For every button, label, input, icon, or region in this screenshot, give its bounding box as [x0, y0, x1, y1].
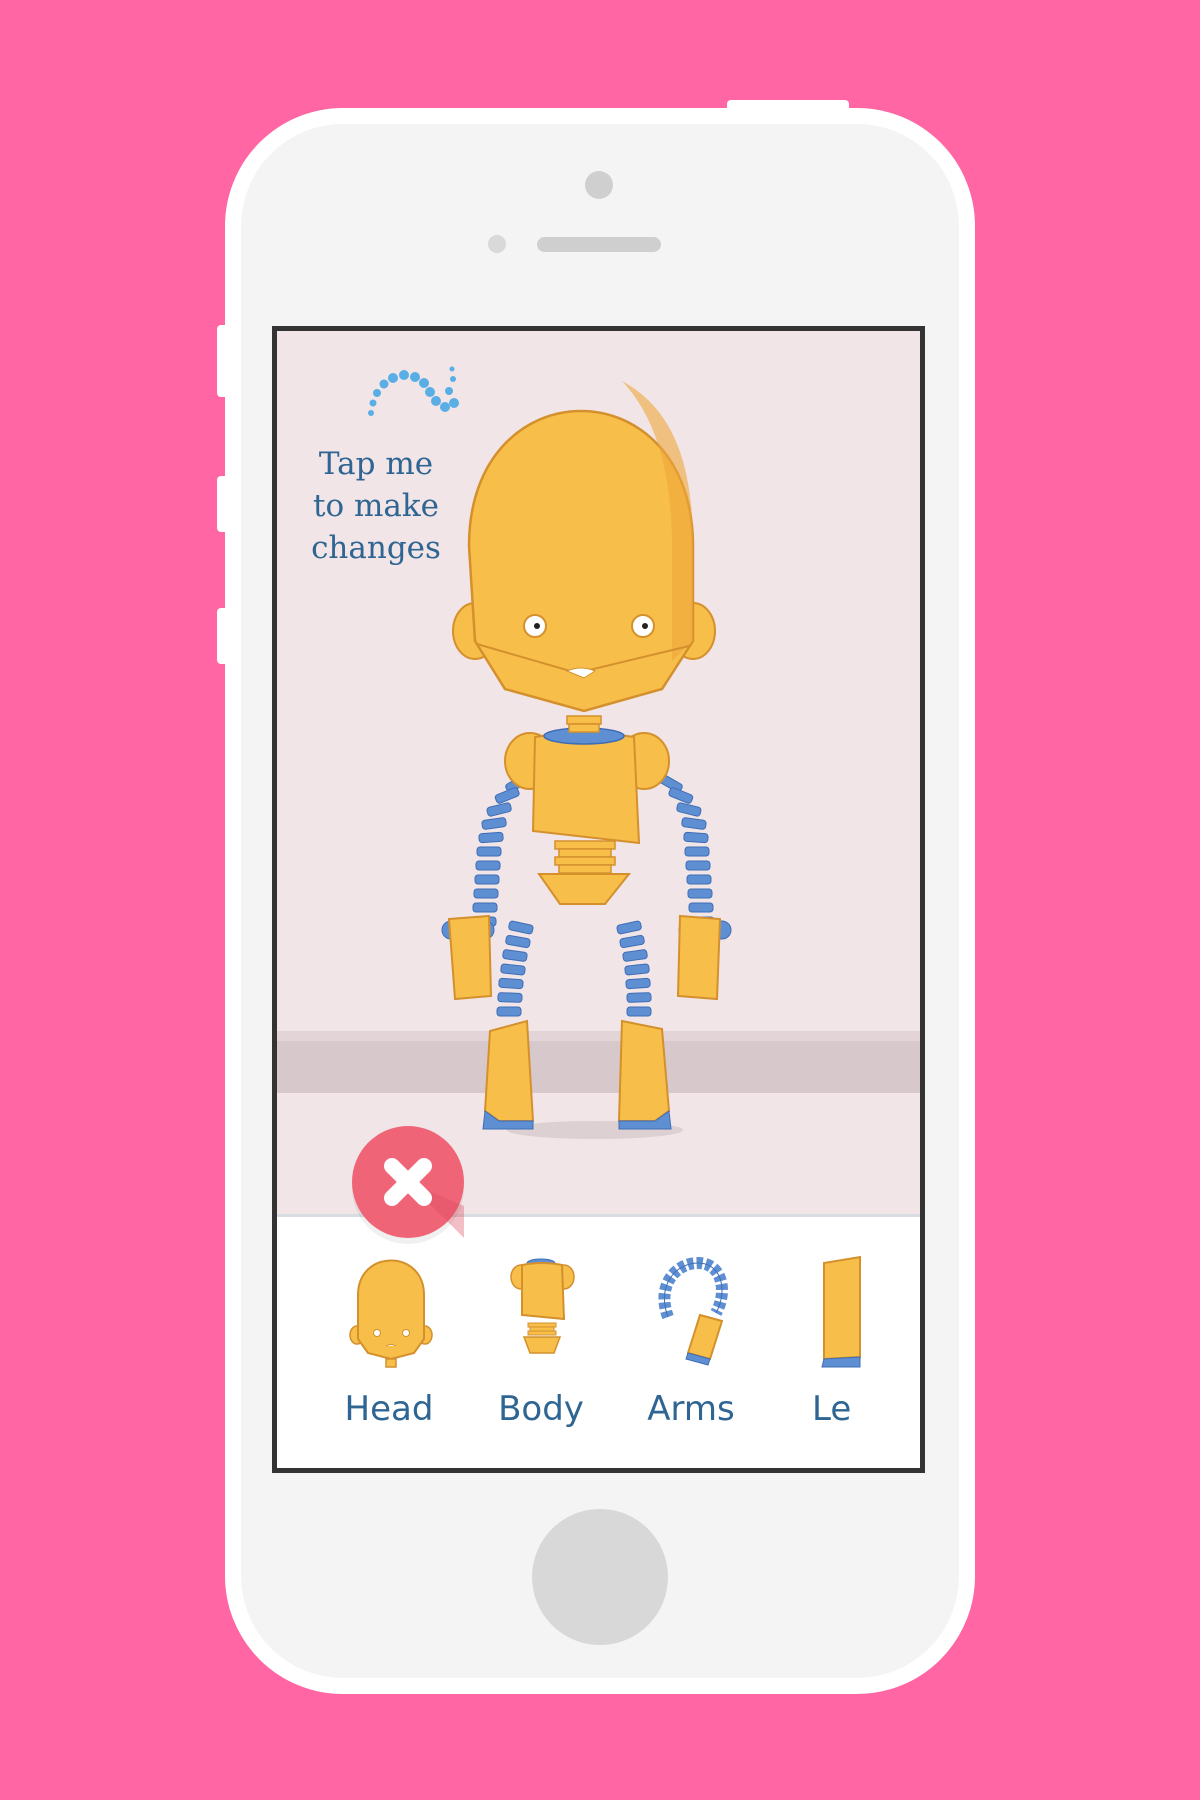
phone-volume-down [217, 608, 229, 664]
app-screen: Tap me to make changes Head Body Arms Le [272, 326, 925, 1473]
robot-right-arm [658, 774, 732, 1001]
floor-edge [277, 1031, 920, 1041]
phone-top-button [727, 100, 849, 112]
tap-hint-line-3: changes [311, 530, 441, 566]
part-body[interactable]: Body [466, 1217, 616, 1468]
tap-hint-line-1: Tap me [318, 446, 434, 482]
tap-hint-line-2: to make [313, 488, 439, 524]
home-button[interactable] [532, 1509, 668, 1645]
legs-part-icon [821, 1255, 861, 1368]
robot[interactable] [441, 381, 732, 1130]
phone-sensor [488, 235, 506, 253]
robot-head [452, 381, 716, 713]
robot-body [504, 715, 670, 905]
part-head[interactable]: Head [314, 1217, 464, 1468]
part-head-label: Head [344, 1389, 434, 1429]
body-part-icon [510, 1258, 575, 1354]
part-arms-label: Arms [647, 1389, 735, 1429]
part-legs[interactable]: Le [812, 1217, 920, 1468]
part-arms[interactable]: Arms [616, 1217, 766, 1468]
robot-right-leg [616, 920, 672, 1130]
phone-camera [585, 171, 613, 199]
head-part-icon [349, 1259, 433, 1368]
close-x-icon [384, 1158, 464, 1238]
phone-volume-up [217, 476, 229, 532]
parts-tray: Head Body Arms Le [277, 1214, 920, 1468]
dotted-arrow-icon [368, 366, 459, 416]
floor-stripe [277, 1041, 920, 1093]
close-button[interactable] [352, 1126, 464, 1238]
part-legs-label: Le [812, 1389, 852, 1429]
phone-speaker [537, 237, 661, 252]
part-body-label: Body [498, 1389, 584, 1429]
arms-part-icon [658, 1256, 728, 1366]
phone-mute-switch [217, 325, 229, 397]
tap-hint: Tap me to make changes [301, 443, 451, 569]
